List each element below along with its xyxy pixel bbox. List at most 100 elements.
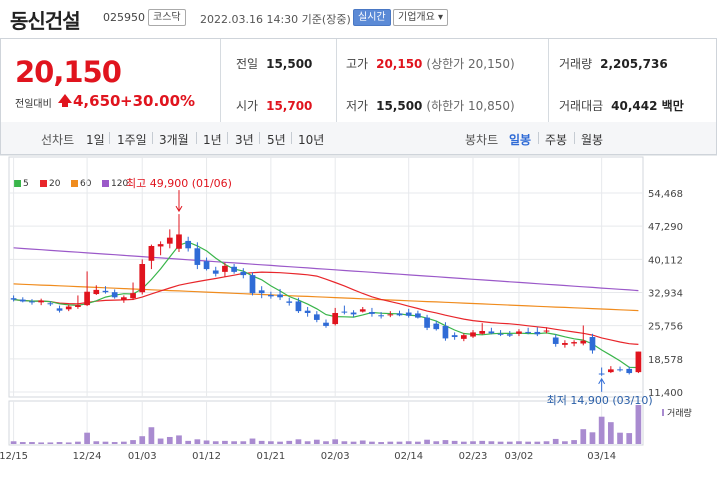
volume-bar — [460, 441, 467, 444]
candle-body — [525, 331, 531, 333]
volume-bar — [598, 416, 605, 444]
candle-body — [617, 369, 623, 371]
candle-body — [359, 309, 366, 312]
candle-body — [580, 340, 587, 344]
candle-body — [433, 323, 440, 330]
candle-body — [571, 342, 577, 344]
x-tick-label: 12/15 — [0, 451, 28, 462]
y-tick-label: 18,578 — [648, 355, 683, 366]
candle-body — [203, 261, 210, 270]
volume-label: 거래량 — [667, 407, 692, 419]
candle-body — [231, 266, 237, 272]
volume-bar — [635, 405, 642, 444]
x-tick-label: 12/24 — [73, 451, 102, 462]
x-tick-label: 02/23 — [459, 451, 488, 462]
candle-body — [166, 237, 173, 244]
candle-body — [341, 311, 348, 313]
volume-bar — [65, 442, 72, 444]
candle-body — [111, 292, 118, 298]
ma5-line — [13, 241, 639, 369]
candle-body — [84, 291, 90, 306]
volume-bar — [332, 439, 339, 444]
candle-body — [451, 335, 458, 338]
volume-bar — [387, 441, 394, 444]
candle-body — [240, 271, 247, 276]
candle-body — [479, 331, 486, 334]
candle-body — [19, 299, 26, 302]
candle-body — [295, 301, 302, 312]
y-tick-label: 11,400 — [648, 388, 683, 399]
volume-bar — [222, 440, 228, 444]
volume-legend-icon — [662, 409, 664, 416]
candle-body — [47, 303, 54, 305]
volume-bar — [203, 440, 210, 444]
candle-body — [10, 298, 17, 300]
x-tick-label: 02/14 — [394, 451, 423, 462]
x-tick-label: 01/21 — [256, 451, 285, 462]
candle-body — [222, 265, 228, 272]
candle-body — [194, 248, 201, 265]
high-annotation: 최고 49,900 (01/06) — [126, 177, 232, 190]
candle-body — [497, 333, 504, 335]
volume-bar — [258, 440, 265, 444]
candle-body — [506, 334, 513, 336]
volume-bar — [488, 441, 495, 444]
candle-body — [277, 294, 283, 298]
candle-body — [185, 240, 192, 249]
volume-bar — [139, 436, 146, 444]
volume-bar — [607, 422, 614, 444]
volume-bar — [589, 432, 596, 444]
volume-bar — [212, 441, 219, 444]
volume-bar — [148, 427, 155, 444]
candle-body — [387, 314, 394, 316]
candle-body — [516, 331, 522, 334]
candle-body — [56, 308, 63, 311]
volume-bar — [525, 441, 531, 444]
candle-body — [258, 290, 265, 294]
volume-bar — [231, 441, 237, 444]
candle-body — [313, 314, 320, 320]
candle-body — [323, 322, 329, 326]
volume-bar — [313, 439, 320, 444]
candle-body — [157, 244, 164, 247]
candle-body — [369, 312, 375, 314]
ma120-line — [13, 247, 639, 292]
volume-bar — [277, 441, 283, 444]
candle-body — [598, 373, 605, 375]
candle-body — [405, 312, 412, 316]
candle-body — [29, 301, 35, 303]
candle-body — [304, 310, 311, 313]
volume-bar — [75, 441, 81, 444]
volume-bar — [552, 438, 559, 444]
candle-body — [65, 306, 72, 310]
candlestick-chart: 54,468 47,290 40,112 32,934 25,756 18,578 11,4… — [0, 154, 717, 462]
volume-bar — [29, 442, 35, 444]
volume-bar — [369, 441, 375, 444]
volume-bar — [194, 439, 201, 444]
volume-bar — [378, 442, 384, 444]
volume-bar — [405, 441, 412, 444]
candle-body — [212, 270, 219, 274]
volume-bar — [249, 438, 256, 444]
volume-bar — [479, 440, 486, 444]
volume-bar — [185, 440, 192, 444]
y-tick-label: 32,934 — [648, 289, 683, 300]
volume-bar — [286, 440, 293, 444]
volume-bar — [470, 441, 476, 444]
volume-bar — [19, 442, 26, 444]
candle-body — [396, 313, 403, 316]
volume-bar — [323, 441, 329, 444]
volume-bar — [534, 441, 541, 444]
x-tick-label: 03/02 — [505, 451, 534, 462]
candle-body — [148, 245, 155, 261]
candle-body — [534, 331, 541, 335]
y-tick-label: 47,290 — [648, 222, 683, 233]
volume-bar — [176, 435, 182, 444]
candle-body — [75, 305, 81, 307]
candle-body — [635, 351, 642, 373]
candle-body — [130, 293, 136, 299]
volume-bar — [516, 441, 522, 444]
y-tick-label: 25,756 — [648, 322, 683, 333]
x-tick-label: 01/03 — [128, 451, 157, 462]
candle-body — [139, 264, 146, 293]
